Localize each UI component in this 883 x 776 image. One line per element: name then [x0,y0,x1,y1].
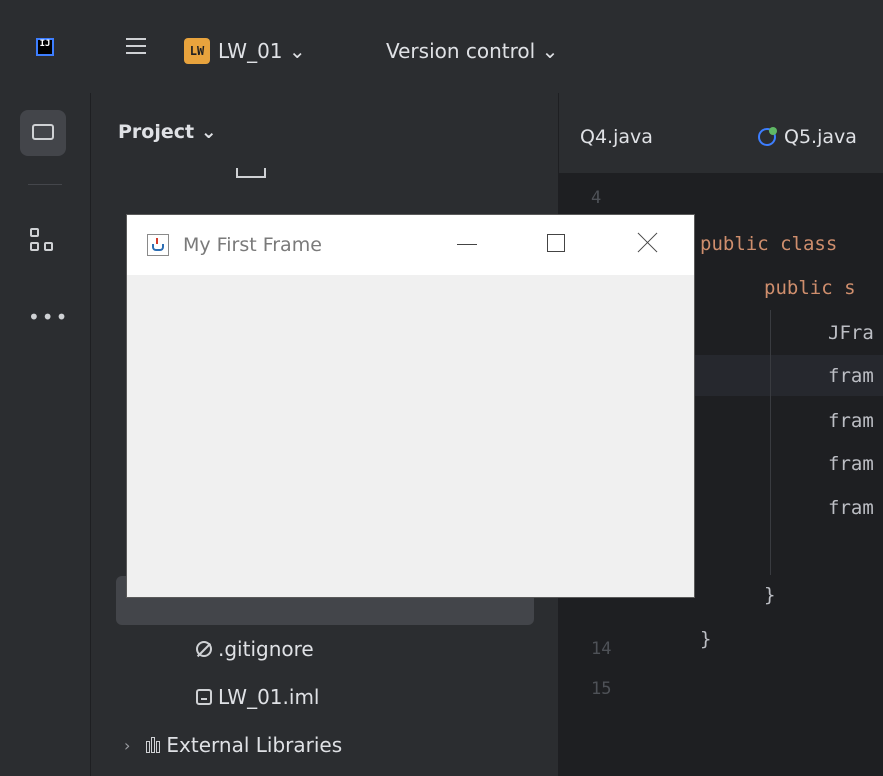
tool-window-bar [0,93,91,776]
tree-item-label: .gitignore [218,637,314,661]
tab-label: Q4.java [580,126,653,148]
project-tool-button[interactable] [20,110,66,156]
minimize-icon[interactable] [457,244,477,245]
list-item[interactable]: LW_01.iml [196,685,319,709]
chevron-right-icon[interactable]: › [124,736,130,755]
frame-title: My First Frame [183,234,322,256]
partial-folder-icon [236,168,266,178]
java-cup-icon [147,234,169,256]
tab-label: Q5.java [784,126,857,148]
project-panel-title[interactable]: Project ⌄ [118,121,217,143]
frame-content [127,275,694,597]
line-number: 4 [591,188,602,208]
code-line: } [700,628,712,650]
frame-title-bar[interactable]: My First Frame [127,215,694,275]
tab-q4[interactable]: Q4.java [580,126,653,148]
list-item[interactable]: › External Libraries [124,733,342,757]
code-line: fram [828,365,874,387]
tool-bar-divider [28,184,62,185]
intellij-logo-icon[interactable]: IJ [36,38,54,56]
module-file-icon [196,689,212,705]
indent-guide [770,310,771,575]
tab-q5[interactable]: Q5.java [758,126,857,148]
more-tools-icon[interactable]: ••• [28,305,69,329]
structure-icon[interactable] [30,228,56,254]
maximize-icon[interactable] [547,234,565,252]
ignore-icon [196,641,212,657]
class-icon [758,127,777,146]
close-icon[interactable] [635,229,661,255]
code-line: fram [828,497,874,519]
code-line: public s [764,277,856,299]
libraries-icon [146,737,161,753]
tree-item-label: External Libraries [166,733,343,757]
main-toolbar: IJ LW LW_01 ⌄ Version control ⌄ [0,0,883,94]
list-item[interactable]: .gitignore [196,637,314,661]
line-number: 14 [591,639,612,659]
code-line: } [764,584,776,606]
folder-icon [32,124,54,140]
code-line: fram [828,410,874,432]
code-line: JFra [828,322,874,344]
java-frame-window[interactable]: My First Frame [126,214,695,598]
line-number: 15 [591,679,612,699]
tree-item-label: LW_01.iml [218,685,320,709]
main-menu-icon[interactable] [126,38,146,56]
code-line: fram [828,453,874,475]
code-line: public class [700,233,838,255]
project-selector[interactable]: LW_01 ⌄ [218,39,306,63]
project-badge[interactable]: LW [184,38,210,64]
version-control-menu[interactable]: Version control ⌄ [386,39,558,63]
